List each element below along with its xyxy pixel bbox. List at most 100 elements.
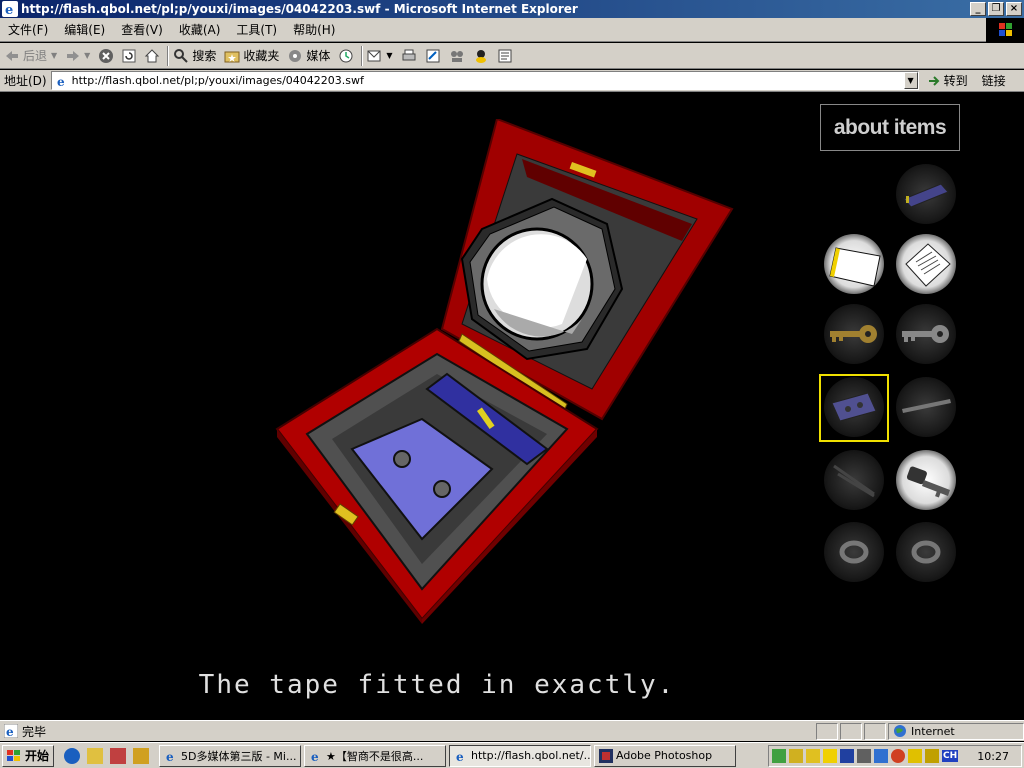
ie-icon: e xyxy=(311,750,319,763)
history-icon[interactable] xyxy=(338,48,354,64)
separator xyxy=(361,45,364,66)
stop-icon[interactable] xyxy=(98,48,114,64)
minimize-button[interactable]: _ xyxy=(970,2,986,16)
jewelry-box-scene[interactable] xyxy=(272,119,742,629)
tray-app-icon[interactable] xyxy=(840,749,854,763)
tray-app-icon[interactable] xyxy=(857,749,871,763)
search-button[interactable]: 搜索 xyxy=(173,47,216,64)
quick-launch xyxy=(64,747,156,764)
address-dropdown-icon[interactable]: ▼ xyxy=(903,72,918,89)
inventory-slot-rod[interactable] xyxy=(896,377,956,437)
svg-text:e: e xyxy=(5,3,13,17)
inventory-slot-gold-key[interactable] xyxy=(824,304,884,364)
inventory-slot-silver-key[interactable] xyxy=(896,304,956,364)
forward-button[interactable]: ▼ xyxy=(65,48,90,64)
messenger-icon[interactable] xyxy=(473,48,489,64)
separator xyxy=(167,45,170,66)
desktop-quicklaunch-icon[interactable] xyxy=(87,747,103,764)
flash-content[interactable]: about items The tape fitted in exactly. xyxy=(2,94,1022,718)
svg-text:e: e xyxy=(57,75,65,88)
address-url: http://flash.qbol.net/pl;p/youxi/images/… xyxy=(71,74,364,87)
favorites-folder-icon xyxy=(224,51,240,62)
address-input[interactable]: e http://flash.qbol.net/pl;p/youxi/image… xyxy=(50,71,919,90)
task-5d-multimedia[interactable]: e 5D多媒体第三版 - Mi... xyxy=(159,744,301,767)
inventory-slot-note-card[interactable] xyxy=(824,234,884,294)
start-button[interactable]: 开始 xyxy=(2,744,54,767)
research-icon[interactable] xyxy=(497,48,513,64)
about-items-button[interactable]: about items xyxy=(820,104,960,151)
inventory-slot-tape[interactable] xyxy=(896,164,956,224)
status-pane xyxy=(840,722,862,740)
tray-app-icon[interactable] xyxy=(925,749,939,763)
tray-app-icon[interactable] xyxy=(891,749,905,763)
chevron-down-icon[interactable]: ▼ xyxy=(386,51,392,60)
photoshop-icon xyxy=(599,748,613,763)
window-title: http://flash.qbol.net/pl;p/youxi/images/… xyxy=(21,2,578,16)
tray-app-icon[interactable] xyxy=(806,749,820,763)
print-icon[interactable] xyxy=(401,48,417,64)
svg-text:e: e xyxy=(311,750,319,763)
task-flash-page[interactable]: e http://flash.qbol.net/... xyxy=(449,744,591,767)
status-pane xyxy=(816,722,838,740)
menu-tools[interactable]: 工具(T) xyxy=(228,21,285,38)
task-photoshop[interactable]: Adobe Photoshop xyxy=(594,744,736,767)
tray-volume-icon[interactable] xyxy=(789,749,803,763)
go-arrow-icon xyxy=(928,75,940,86)
svg-text:e: e xyxy=(166,750,174,763)
forward-arrow-icon xyxy=(67,50,80,61)
menu-file[interactable]: 文件(F) xyxy=(0,21,56,38)
inventory-slot-ring-1[interactable] xyxy=(824,522,884,582)
tool-quicklaunch-icon[interactable] xyxy=(133,747,149,764)
tray-app-icon[interactable] xyxy=(874,749,888,763)
svg-text:e: e xyxy=(456,750,464,763)
inventory-slot-car-key[interactable] xyxy=(896,450,956,510)
game-caption: The tape fitted in exactly. xyxy=(198,670,676,700)
menu-view[interactable]: 查看(V) xyxy=(113,21,171,38)
menu-bar: 文件(F) 编辑(E) 查看(V) 收藏(A) 工具(T) 帮助(H) xyxy=(0,18,1024,42)
go-button[interactable]: 转到 xyxy=(927,72,968,89)
ie-quicklaunch-icon[interactable] xyxy=(64,747,80,764)
task-iq-page[interactable]: e ★【智商不是很高... xyxy=(304,744,446,767)
status-text: 完毕 xyxy=(22,724,47,739)
page-done-icon: e xyxy=(4,724,18,738)
media-button[interactable]: 媒体 xyxy=(287,47,330,64)
media-icon xyxy=(289,49,302,62)
tray-network-icon[interactable] xyxy=(772,749,786,763)
toolbar: 后退 ▼ ▼ 搜索 收藏夹 媒体 ▼ xyxy=(0,43,1024,69)
security-zone: Internet xyxy=(888,722,1024,740)
mail-icon[interactable] xyxy=(367,48,383,64)
discuss-icon[interactable] xyxy=(449,48,465,64)
back-button[interactable]: 后退 ▼ xyxy=(4,47,57,64)
favorites-button[interactable]: 收藏夹 xyxy=(224,47,279,64)
maximize-button[interactable]: ❐ xyxy=(988,2,1004,16)
clock[interactable]: 10:27 xyxy=(977,750,1009,763)
app-quicklaunch-icon[interactable] xyxy=(110,747,126,764)
inventory-slot-ring-2[interactable] xyxy=(896,522,956,582)
chevron-down-icon: ▼ xyxy=(51,51,58,60)
refresh-icon[interactable] xyxy=(121,48,137,64)
back-arrow-icon xyxy=(6,50,18,61)
ie-icon: e xyxy=(166,750,174,763)
close-button[interactable]: × xyxy=(1006,2,1022,16)
menu-help[interactable]: 帮助(H) xyxy=(285,21,343,38)
address-bar: 地址(D) e http://flash.qbol.net/pl;p/youxi… xyxy=(0,70,1024,92)
menu-edit[interactable]: 编辑(E) xyxy=(56,21,113,38)
home-icon[interactable] xyxy=(144,48,160,64)
ie-icon: e xyxy=(456,750,464,763)
title-bar: e http://flash.qbol.net/pl;p/youxi/image… xyxy=(0,0,1024,18)
taskbar: 开始 e 5D多媒体第三版 - Mi... e ★【智商不是很高... e ht… xyxy=(0,742,1024,768)
tray-app-icon[interactable] xyxy=(908,749,922,763)
svg-text:e: e xyxy=(6,725,14,738)
edit-icon[interactable] xyxy=(425,48,441,64)
tray-language-indicator[interactable]: CH xyxy=(942,750,959,762)
menu-favorites[interactable]: 收藏(A) xyxy=(171,21,229,38)
inventory-slot-letter[interactable] xyxy=(896,234,956,294)
chevron-down-icon: ▼ xyxy=(84,51,91,60)
inventory-slot-tweezers[interactable] xyxy=(824,450,884,510)
windows-logo-icon xyxy=(986,18,1024,42)
ie-icon: e xyxy=(2,1,18,17)
links-button[interactable]: 链接 xyxy=(982,72,1006,89)
inventory-selection-highlight xyxy=(819,374,889,442)
tray-app-icon[interactable] xyxy=(823,749,837,763)
status-pane xyxy=(864,722,886,740)
